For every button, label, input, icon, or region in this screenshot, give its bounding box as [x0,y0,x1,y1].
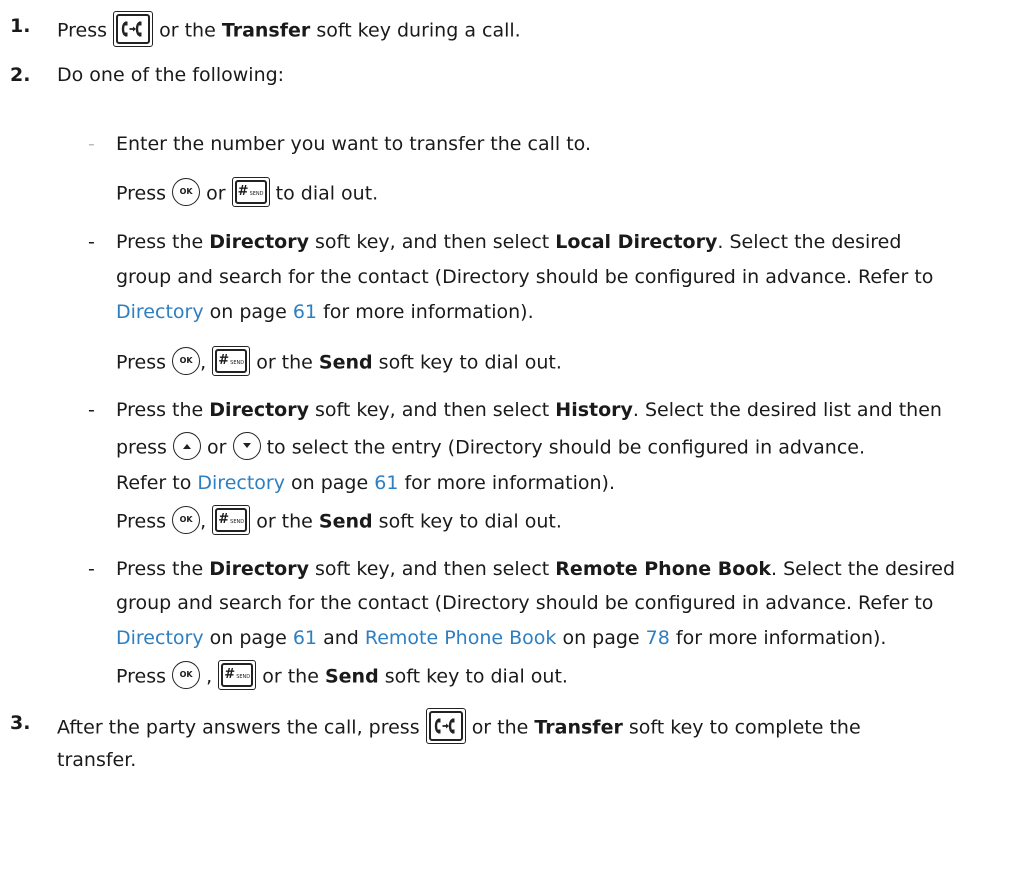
page-61-link[interactable]: 61 [293,627,317,649]
directory-link[interactable]: Directory [116,627,204,649]
ok-key-icon: OK [172,506,201,534]
option-2-line-3: Directory on page 61 for more informatio… [116,301,534,323]
step-3-line-1: After the party answers the call, press … [57,708,861,744]
directory-link[interactable]: Directory [116,301,204,323]
option-2-line-1: Press the Directory soft key, and then s… [116,231,902,253]
step-3-number: 3. [10,712,31,734]
option-2-line-2: group and search for the contact (Direct… [116,266,934,288]
option-4-line-3: Directory on page 61 and Remote Phone Bo… [116,627,887,649]
step-2-text: Do one of the following: [57,64,285,86]
page-61-link[interactable]: 61 [374,472,398,494]
option-3-line-3: Refer to Directory on page 61 for more i… [116,472,615,494]
ok-key-icon: OK [172,347,201,375]
option-3-line-1: Press the Directory soft key, and then s… [116,399,942,421]
option-1-line-2: Press OK or # SEND to dial out. [116,177,378,207]
option-3-line-4: Press OK, # SEND or the Send soft key to … [116,505,562,535]
page-61-link[interactable]: 61 [293,301,317,323]
page-78-link[interactable]: 78 [646,627,670,649]
step-1-text: Press or the Transfer soft key during a … [57,11,521,47]
send-key-icon: # SEND [212,505,251,535]
option-4-line-2: group and search for the contact (Direct… [116,592,934,614]
step-3-line-2: transfer. [57,749,137,771]
send-key-icon: # SEND [218,660,257,690]
send-key-icon: # SEND [212,346,251,376]
step-1-number: 1. [10,15,31,37]
up-arrow-icon [173,432,201,460]
send-key-icon: # SEND [231,177,270,207]
directory-link[interactable]: Directory [197,472,285,494]
transfer-key-icon [113,11,154,47]
step-2-number: 2. [10,64,31,86]
option-4-bullet: - [88,558,95,580]
option-4-line-4: Press OK , # SEND or the Send soft key to… [116,660,568,690]
transfer-key-icon [425,708,466,744]
option-3-line-2: press or to select the entry (Directory … [116,432,865,460]
option-2-bullet: - [88,231,95,253]
option-1-line-1: Enter the number you want to transfer th… [116,133,591,155]
option-1-bullet: - [88,133,95,155]
ok-key-icon: OK [172,178,201,206]
option-4-line-1: Press the Directory soft key, and then s… [116,558,956,580]
option-3-bullet: - [88,399,95,421]
remote-phone-book-link[interactable]: Remote Phone Book [365,627,557,649]
down-arrow-icon [232,432,261,460]
ok-key-icon: OK [172,661,201,689]
option-2-line-4: Press OK, # SEND or the Send soft key to … [116,346,562,376]
